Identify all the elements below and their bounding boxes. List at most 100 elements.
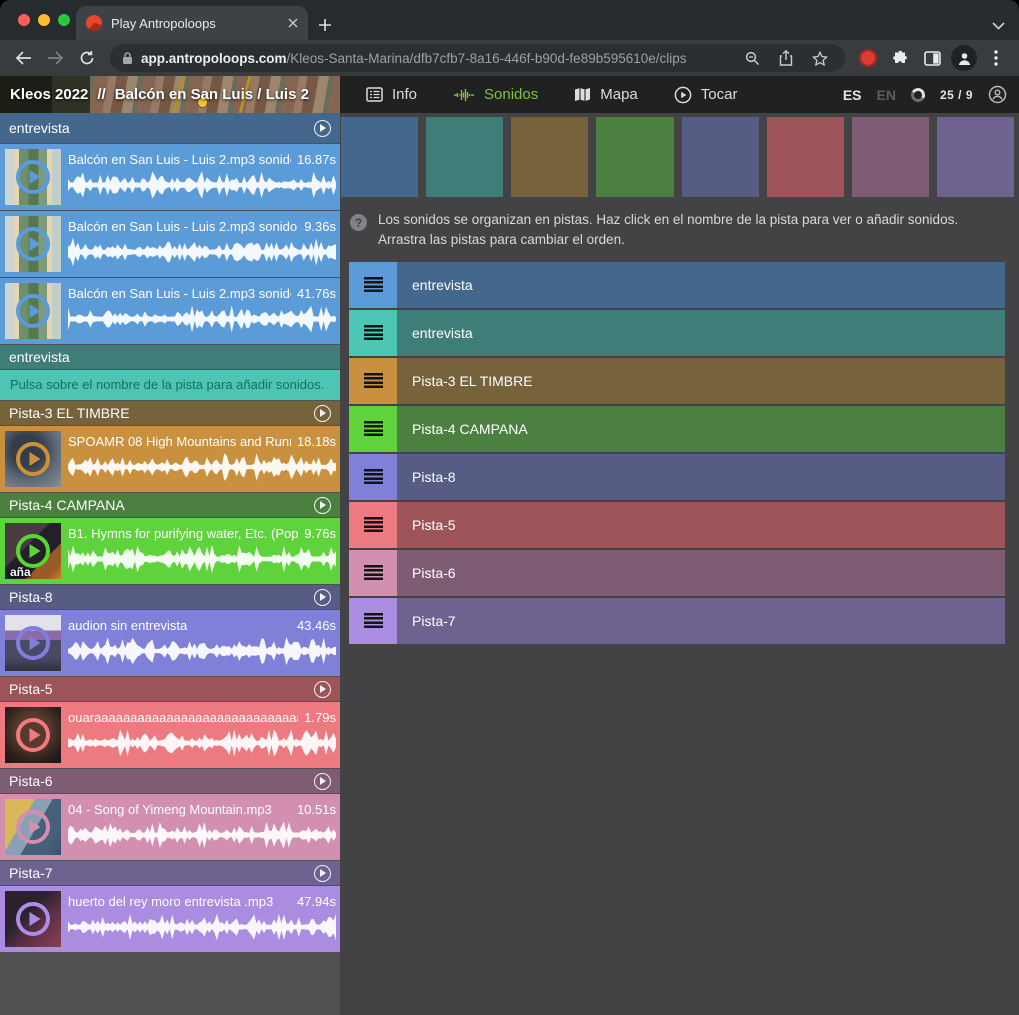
clip-thumbnail-play-button[interactable] [5, 283, 61, 339]
forward-button[interactable] [40, 44, 70, 72]
clip-body: 04 - Song of Yimeng Mountain.mp310.51s [68, 799, 336, 855]
nav-item-tocar[interactable]: Tocar [674, 86, 738, 104]
clip-title: audion sin entrevista [68, 618, 291, 633]
clip-thumbnail-play-button[interactable] [5, 891, 61, 947]
nav-item-sonidos[interactable]: Sonidos [453, 86, 538, 103]
track-row-body[interactable]: entrevista [397, 262, 1005, 308]
track-row[interactable]: Pista-3 EL TIMBRE [349, 358, 1005, 404]
minimize-window-button[interactable] [38, 14, 50, 26]
drag-grip-icon [364, 373, 383, 388]
sidebar-track-header[interactable]: Pista-3 EL TIMBRE [0, 401, 340, 425]
sidebar-track-header[interactable]: Pista-6 [0, 769, 340, 793]
clip-row[interactable]: Balcón en San Luis - Luis 2.mp3 sonido h… [0, 278, 340, 344]
track-play-button[interactable] [314, 773, 331, 790]
track-row-body[interactable]: Pista-5 [397, 502, 1005, 548]
track-row-body[interactable]: Pista-7 [397, 598, 1005, 644]
tab-close-icon[interactable] [288, 18, 298, 28]
record-extension-icon[interactable] [853, 51, 883, 65]
address-bar[interactable]: app.antropoloops.com/Kleos-Santa-Marina/… [110, 44, 845, 72]
bookmark-star-icon[interactable] [807, 51, 833, 66]
clip-row[interactable]: SPOAMR 08 High Mountains and Running ...… [0, 426, 340, 492]
clip-thumbnail-play-button[interactable] [5, 431, 61, 487]
zoom-search-icon[interactable] [739, 51, 765, 66]
track-row[interactable]: Pista-7 [349, 598, 1005, 644]
profile-avatar-icon[interactable] [949, 45, 979, 71]
drag-handle[interactable] [349, 550, 397, 596]
clip-thumbnail-play-button[interactable] [5, 149, 61, 205]
clip-thumbnail-play-button[interactable]: aña [5, 523, 61, 579]
clip-thumbnail-play-button[interactable] [5, 799, 61, 855]
clip-row[interactable]: huerto del rey moro entrevista .mp347.94… [0, 886, 340, 952]
sidebar-track-header[interactable]: entrevista [0, 345, 340, 369]
track-row-body[interactable]: Pista-4 CAMPANA [397, 406, 1005, 452]
browser-tab[interactable]: Play Antropoloops [76, 6, 308, 40]
sidebar-track-header[interactable]: entrevista [0, 113, 340, 143]
clip-row[interactable]: Balcón en San Luis - Luis 2.mp3 sonido h… [0, 211, 340, 277]
track-play-button[interactable] [314, 497, 331, 514]
track-row[interactable]: entrevista [349, 262, 1005, 308]
drag-grip-icon [364, 421, 383, 436]
drag-handle[interactable] [349, 454, 397, 500]
track-row[interactable]: entrevista [349, 310, 1005, 356]
extensions-puzzle-icon[interactable] [885, 50, 915, 67]
track-play-button[interactable] [314, 589, 331, 606]
clip-duration: 1.79s [304, 710, 336, 725]
track-row[interactable]: Pista-8 [349, 454, 1005, 500]
sidebar-track-header[interactable]: Pista-5 [0, 677, 340, 701]
nav-item-mapa[interactable]: Mapa [574, 86, 638, 103]
track-play-button[interactable] [314, 681, 331, 698]
clip-row[interactable]: ouaraaaaaaaaaaaaaaaaaaaaaaaaaaaaaaaaaaa.… [0, 702, 340, 768]
track-play-button[interactable] [314, 865, 331, 882]
drag-handle[interactable] [349, 406, 397, 452]
account-icon[interactable] [988, 85, 1007, 104]
drag-handle[interactable] [349, 310, 397, 356]
clip-row[interactable]: audion sin entrevista43.46s [0, 610, 340, 676]
clip-thumbnail-play-button[interactable] [5, 615, 61, 671]
drag-handle[interactable] [349, 262, 397, 308]
clip-thumbnail-play-button[interactable] [5, 707, 61, 763]
side-panel-icon[interactable] [917, 51, 947, 66]
close-window-button[interactable] [18, 14, 30, 26]
language-es-button[interactable]: ES [843, 87, 862, 103]
help-question-icon: ? [350, 214, 367, 231]
sidebar-track-header[interactable]: Pista-7 [0, 861, 340, 885]
clip-title: B1. Hymns for purifying water, Etc. (Pop… [68, 526, 298, 541]
clip-row[interactable]: aña B1. Hymns for purifying water, Etc. (… [0, 518, 340, 584]
track-row[interactable]: Pista-6 [349, 550, 1005, 596]
track-name: Pista-6 [9, 773, 314, 789]
window-controls [18, 14, 70, 26]
track-color-swatch [426, 117, 503, 197]
track-play-button[interactable] [314, 405, 331, 422]
clip-text-row: audion sin entrevista43.46s [68, 618, 336, 633]
share-icon[interactable] [773, 50, 799, 66]
sidebar-track-header[interactable]: Pista-4 CAMPANA [0, 493, 340, 517]
drag-handle[interactable] [349, 358, 397, 404]
drag-handle[interactable] [349, 598, 397, 644]
track-row-body[interactable]: Pista-6 [397, 550, 1005, 596]
track-row-body[interactable]: entrevista [397, 310, 1005, 356]
track-name: Pista-8 [9, 589, 314, 605]
map-icon [574, 87, 591, 102]
clip-thumbnail-play-button[interactable] [5, 216, 61, 272]
breadcrumb-project[interactable]: Kleos 2022 [10, 86, 88, 103]
tab-search-chevron-down-icon[interactable] [992, 22, 1005, 30]
drag-handle[interactable] [349, 502, 397, 548]
clip-row[interactable]: 04 - Song of Yimeng Mountain.mp310.51s [0, 794, 340, 860]
sidebar-track-header[interactable]: Pista-8 [0, 585, 340, 609]
new-tab-button[interactable] [318, 18, 332, 32]
track-row[interactable]: Pista-4 CAMPANA [349, 406, 1005, 452]
clip-row[interactable]: Balcón en San Luis - Luis 2.mp3 sonido h… [0, 144, 340, 210]
track-row-body[interactable]: Pista-3 EL TIMBRE [397, 358, 1005, 404]
track-row-label: entrevista [412, 277, 473, 293]
track-row[interactable]: Pista-5 [349, 502, 1005, 548]
track-row-body[interactable]: Pista-8 [397, 454, 1005, 500]
kebab-menu-icon[interactable] [981, 50, 1011, 66]
language-en-button[interactable]: EN [877, 87, 896, 103]
nav-item-info[interactable]: Info [366, 86, 417, 103]
zoom-window-button[interactable] [58, 14, 70, 26]
track-play-button[interactable] [314, 120, 331, 137]
loaded-counter: 25 / 9 [940, 88, 973, 102]
back-button[interactable] [8, 44, 38, 72]
reload-button[interactable] [72, 44, 102, 72]
lock-icon[interactable] [122, 52, 133, 65]
